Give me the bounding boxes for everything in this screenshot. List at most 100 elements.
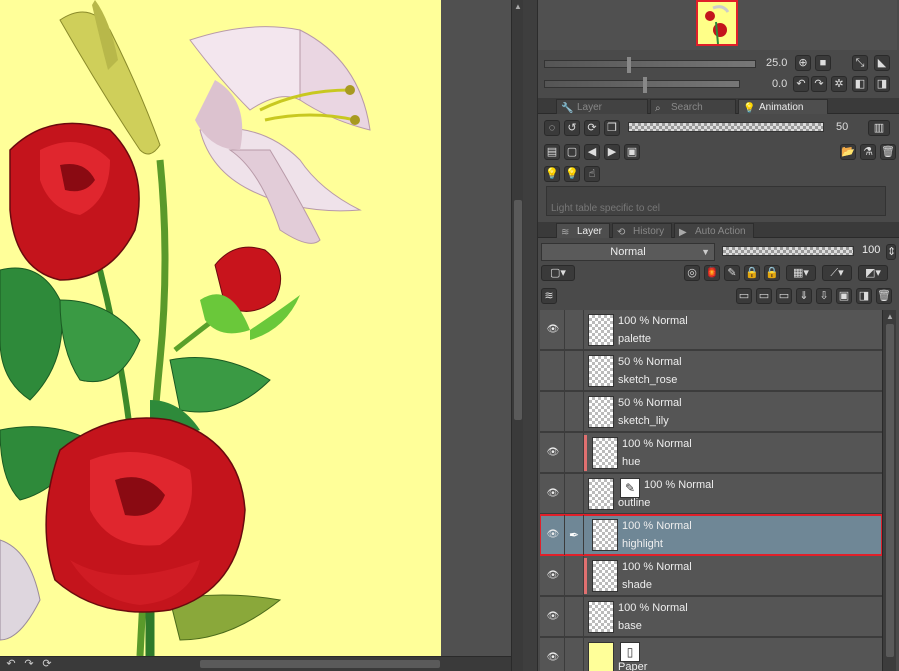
layer-edit-column [564,597,584,637]
layer-thumbnail-flowers [588,601,614,633]
light-table-opacity-slider[interactable] [628,122,824,132]
light-table-icon[interactable]: ▤ [544,144,560,160]
zoom-slider[interactable] [544,57,756,73]
layer-list-scrollbar[interactable]: ▲ [882,310,896,671]
scroll-up-icon[interactable]: ▲ [513,2,523,12]
flip-icon[interactable]: ◣ [874,55,890,71]
flip-vertical-icon[interactable]: ◨ [874,76,890,92]
layer-thumbnail [592,519,618,551]
reference-layer-icon[interactable]: 🏮 [704,265,720,281]
eye-icon[interactable]: 👁 [546,446,560,460]
ruler-select[interactable]: ⟋▾ [822,265,852,281]
layer-edit-column [564,556,584,596]
refresh-icon[interactable]: ⟳ [584,120,600,136]
rotation-value: 0.0 [772,78,788,90]
eye-icon[interactable]: 👁 [546,610,560,624]
previous-cel-icon[interactable]: ◀ [584,144,600,160]
canvas-outer-area [441,0,511,656]
lock-layer-icon[interactable]: 🔒 [744,265,760,281]
zoom-fit-icon[interactable]: ■ [815,55,831,71]
next-cel-icon[interactable]: ▶ [604,144,620,160]
new-folder-icon[interactable]: ▭ [776,288,792,304]
layer-mask-icon[interactable]: ▣ [836,288,852,304]
eye-icon[interactable]: 👁 [546,323,560,337]
rotate-icon[interactable]: ⟳ [40,658,54,671]
transfer-down-icon[interactable]: ⇩ [816,288,832,304]
tab-layer[interactable]: ≋ Layer [556,223,610,238]
light-bulb-active-icon[interactable]: 💡 [564,166,580,182]
merge-down-icon[interactable]: ⇓ [796,288,812,304]
layer-color-select[interactable]: ◩▾ [858,265,888,281]
eye-icon[interactable]: 👁 [546,651,560,665]
draft-layer-icon[interactable]: ✎ [724,265,740,281]
tab-search-layer[interactable]: ⌕ Search Layer [650,99,736,128]
undo-icon[interactable]: ↶ [4,658,18,671]
scroll-thumb[interactable] [514,200,522,420]
layer-opacity-slider[interactable] [722,246,854,256]
tab-layer-property[interactable]: 🔧 Layer Property [556,99,648,128]
layer-row[interactable]: 👁 ▯ Paper [540,638,882,671]
light-bulb-icon[interactable]: 💡 [544,166,560,182]
layer-edit-column [564,351,584,391]
layer-thumbnail-flowers [592,437,618,469]
layer-row[interactable]: 50 % Normal sketch_rose [540,351,882,391]
delete-layer-icon[interactable]: 🗑 [876,288,892,304]
navigator-thumbnail[interactable] [696,0,738,46]
blend-mode-select[interactable]: Normal ▼ [541,243,715,261]
fit-view-icon[interactable]: ⤡ [852,55,868,71]
open-folder-icon[interactable]: 📂 [840,144,856,160]
layer-scroll-thumb[interactable] [886,324,894,657]
rotate-right-icon[interactable]: ↷ [811,76,827,92]
chevron-down-icon: ▼ [701,247,710,257]
new-raster-layer-icon[interactable]: ▭ [736,288,752,304]
opacity-stepper[interactable]: ⇕ [886,244,896,260]
layer-row[interactable]: 👁 ✎ 100 % Normal outline [540,474,882,514]
layer-list[interactable]: 👁 100 % Normal palette 50 % Normal sketc… [540,310,882,671]
expression-color-select[interactable]: ▢▾ [541,265,575,281]
redo-icon[interactable]: ↷ [22,658,36,671]
eye-icon[interactable]: 👁 [546,569,560,583]
layer-thumbnail [588,396,614,428]
rotation-slider[interactable] [544,77,740,93]
lock-transparency-icon[interactable]: 🔒 [764,265,780,281]
register-cel-icon[interactable]: ⚗ [860,144,876,160]
flip-horizontal-icon[interactable]: ◧ [852,76,868,92]
eye-icon[interactable]: 👁 [546,487,560,501]
layer-opacity-value: 100 [862,244,881,256]
apply-mask-icon[interactable]: ◨ [856,288,872,304]
layer-row[interactable]: 👁 100 % Normal base [540,597,882,637]
zoom-in-icon[interactable]: ⊕ [795,55,811,71]
new-vector-layer-icon[interactable]: ▭ [756,288,772,304]
display-mode-icon[interactable]: ▥ [868,120,890,136]
delete-cel-icon[interactable]: 🗑 [880,144,896,160]
layer-row[interactable]: 👁 100 % Normal hue [540,433,882,473]
layer-row[interactable]: 50 % Normal sketch_lily [540,392,882,432]
navigator-preview[interactable] [538,0,897,50]
clear-cel-icon[interactable]: ▢ [564,144,580,160]
layer-menu-icon[interactable]: ≋ [541,288,557,304]
layer-color-marker [584,558,587,594]
cel-settings-icon[interactable]: ▣ [624,144,640,160]
light-table-opacity-value: 50 [836,121,849,133]
tab-animation-cels[interactable]: 💡 Animation cels [738,99,828,128]
layer-row[interactable]: 👁 100 % Normal shade [540,556,882,596]
clipping-icon[interactable]: ◎ [684,265,700,281]
copy-cel-icon[interactable]: ❐ [604,120,620,136]
tab-auto-action[interactable]: ▶ Auto Action [674,223,754,238]
eye-icon[interactable]: 👁 [546,528,560,542]
layer-edit-column [564,638,584,671]
canvas-vertical-scrollbar[interactable]: ▲ [511,0,523,671]
scroll-up-icon[interactable]: ▲ [885,312,895,321]
mask-select[interactable]: ▦▾ [786,265,816,281]
layer-row[interactable]: 👁 100 % Normal palette [540,310,882,350]
drawing-canvas[interactable] [0,0,441,656]
light-table-list[interactable]: Light table specific to cel [546,186,886,216]
loop-icon[interactable]: ↺ [564,120,580,136]
onion-skin-icon[interactable]: ◌ [544,120,560,136]
hand-icon[interactable]: ☝ [584,166,600,182]
rotate-left-icon[interactable]: ↶ [793,76,809,92]
layer-row-selected[interactable]: 👁 ✒ 100 % Normal highlight [540,514,882,556]
reset-rotation-icon[interactable]: ✲ [831,76,847,92]
horizontal-scroll-thumb[interactable] [200,660,440,668]
tab-history[interactable]: ⟲ History [612,223,672,238]
